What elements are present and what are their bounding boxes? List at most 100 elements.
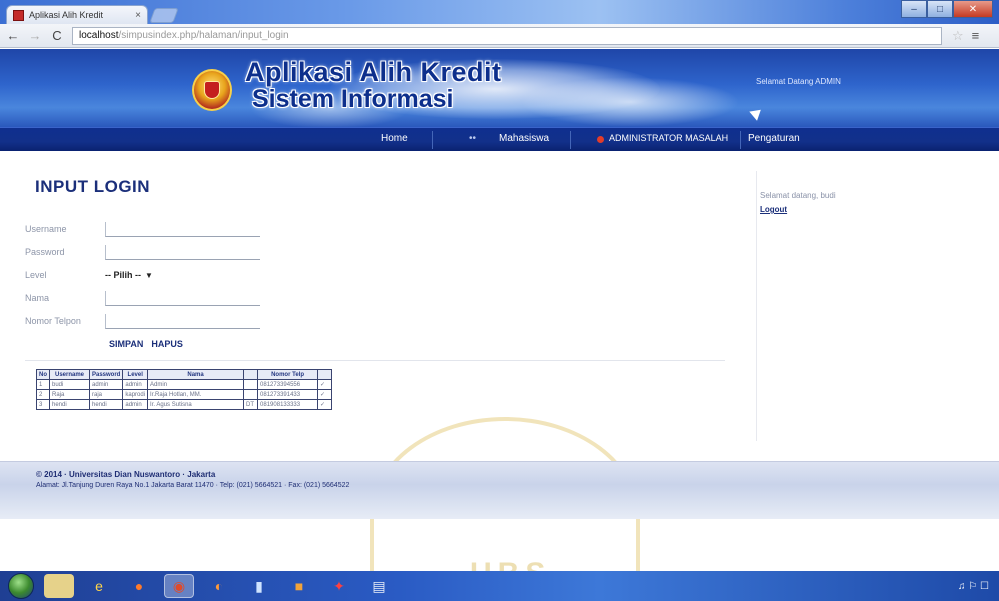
divider — [25, 360, 725, 361]
user-greeting: Selamat Datang ADMIN — [756, 77, 841, 86]
nama-label: Nama — [25, 293, 50, 303]
column-header: Username — [49, 369, 90, 380]
new-tab-button[interactable] — [149, 8, 179, 23]
table-cell: admin — [88, 379, 124, 390]
username-input[interactable] — [105, 221, 260, 237]
browser-tab[interactable]: Aplikasi Alih Kredit × — [6, 5, 148, 24]
table-cell: 3 — [36, 399, 50, 410]
red-app-icon[interactable]: ✦ — [324, 574, 354, 598]
sidebar: Selamat datang, budi Logout — [760, 185, 960, 214]
column-header: Password — [88, 369, 124, 380]
column-header — [317, 369, 333, 380]
start-button[interactable] — [8, 573, 34, 599]
level-label: Level — [25, 270, 47, 280]
hapus-button[interactable]: HAPUS — [151, 339, 183, 349]
edit-check-icon[interactable]: ✓ — [317, 379, 333, 390]
media-icon[interactable]: ● — [124, 574, 154, 598]
table-cell: 081273391433 — [257, 389, 319, 400]
site-header: Aplikasi Alih Kredit Sistem Informasi Se… — [0, 49, 999, 127]
logo-shield-icon — [204, 81, 220, 99]
footer-copyright: © 2014 · Universitas Dian Nuswantoro · J… — [36, 470, 216, 479]
username-label: Username — [25, 224, 67, 234]
paint-icon[interactable]: ■ — [284, 574, 314, 598]
site-subtitle: Sistem Informasi — [252, 85, 454, 113]
edit-check-icon[interactable]: ✓ — [317, 399, 333, 410]
simpan-button[interactable]: SIMPAN — [109, 339, 143, 349]
telepon-label: Nomor Telpon — [25, 316, 81, 326]
browser-toolbar: ← → C localhost /simpusindex.php/halaman… — [0, 24, 999, 48]
column-header: Nama — [147, 369, 245, 380]
sidebar-divider — [756, 171, 757, 441]
site-footer: © 2014 · Universitas Dian Nuswantoro · J… — [0, 461, 999, 519]
cloud-decoration — [520, 77, 740, 127]
table-cell: budi — [49, 379, 90, 390]
main-menu: Home •• Mahasiswa ADMINISTRATOR MASALAH … — [0, 127, 999, 151]
firefox-icon[interactable]: ◐ — [204, 574, 234, 598]
form-buttons: SIMPAN HAPUS — [109, 339, 183, 349]
ie-icon[interactable]: e — [84, 574, 114, 598]
table-row: 2 Raja raja kaprodi Ir.Raja Hotlan, MM. … — [36, 389, 333, 400]
column-header: Nomor Telp — [257, 369, 319, 380]
menu-item-home[interactable]: Home — [381, 133, 408, 144]
menu-separator — [570, 131, 571, 149]
sidebar-welcome: Selamat datang, budi — [760, 191, 836, 200]
table-cell: DT — [243, 399, 259, 410]
table-cell — [243, 379, 259, 390]
url-host: localhost — [79, 30, 119, 41]
menu-item-mahasiswa[interactable]: Mahasiswa — [499, 133, 549, 144]
page-title: INPUT LOGIN — [35, 177, 151, 196]
level-select[interactable]: -- Pilih -- ▼ — [105, 270, 153, 280]
telepon-row: Nomor Telpon — [25, 312, 260, 330]
window-controls: – □ ✕ — [901, 0, 993, 18]
table-cell: Admin — [147, 379, 245, 390]
table-cell: Raja — [49, 389, 90, 400]
level-select-value: -- Pilih -- — [105, 270, 141, 280]
edit-check-icon[interactable]: ✓ — [317, 389, 333, 400]
watermark-text: UBS — [470, 557, 551, 571]
username-row: Username — [25, 220, 260, 238]
menu-item-pengaturan[interactable]: Pengaturan — [748, 133, 800, 144]
cursor-arrow-icon — [749, 105, 765, 121]
browser-titlebar: Aplikasi Alih Kredit × – □ ✕ — [0, 0, 999, 24]
telepon-input[interactable] — [105, 313, 260, 329]
footer-address: Alamat: Jl.Tanjung Duren Raya No.1 Jakar… — [36, 482, 350, 489]
reload-button[interactable]: C — [48, 27, 66, 45]
table-cell: kaprodi — [122, 389, 149, 400]
url-path: /simpusindex.php/halaman/input_login — [118, 30, 289, 41]
notepad-icon[interactable]: ▮ — [244, 574, 274, 598]
nama-row: Nama — [25, 289, 260, 307]
menu-separator — [740, 131, 741, 149]
maximize-button[interactable]: □ — [927, 0, 953, 18]
column-header: No — [36, 369, 50, 380]
university-logo-icon — [192, 69, 232, 111]
minimize-button[interactable]: – — [901, 0, 927, 18]
nama-input[interactable] — [105, 290, 260, 306]
back-button[interactable]: ← — [4, 27, 22, 45]
menu-item-administrator[interactable]: ADMINISTRATOR MASALAH — [609, 133, 728, 143]
table-cell: 2 — [36, 389, 50, 400]
forward-button[interactable]: → — [26, 27, 44, 45]
menu-bullet-icon — [597, 136, 604, 143]
close-window-button[interactable]: ✕ — [953, 0, 993, 18]
table-cell: 081273394556 — [257, 379, 319, 390]
logout-link[interactable]: Logout — [760, 205, 960, 214]
table-cell: admin — [122, 379, 149, 390]
chevron-down-icon: ▼ — [145, 271, 153, 280]
folder-icon[interactable] — [44, 574, 74, 598]
table-row: 1 budi admin admin Admin 081273394556 ✓ — [36, 379, 333, 390]
table-cell — [243, 389, 259, 400]
document-icon[interactable]: ▤ — [364, 574, 394, 598]
system-tray[interactable]: ♫ ⚐ ☐ — [958, 581, 989, 592]
tab-close-icon[interactable]: × — [135, 10, 141, 21]
site-title: Aplikasi Alih Kredit — [245, 57, 502, 87]
chrome-icon[interactable]: ◉ — [164, 574, 194, 598]
bookmark-star-icon[interactable]: ☆ — [952, 28, 964, 44]
favicon-icon — [13, 9, 24, 21]
menu-marker: •• — [469, 133, 477, 144]
user-table: No Username Password Level Nama Nomor Te… — [36, 369, 333, 410]
column-header: Level — [122, 369, 149, 380]
table-cell: raja — [88, 389, 124, 400]
settings-menu-icon[interactable]: ≡ — [972, 28, 980, 43]
password-input[interactable] — [105, 244, 260, 260]
address-bar[interactable]: localhost /simpusindex.php/halaman/input… — [72, 26, 942, 45]
